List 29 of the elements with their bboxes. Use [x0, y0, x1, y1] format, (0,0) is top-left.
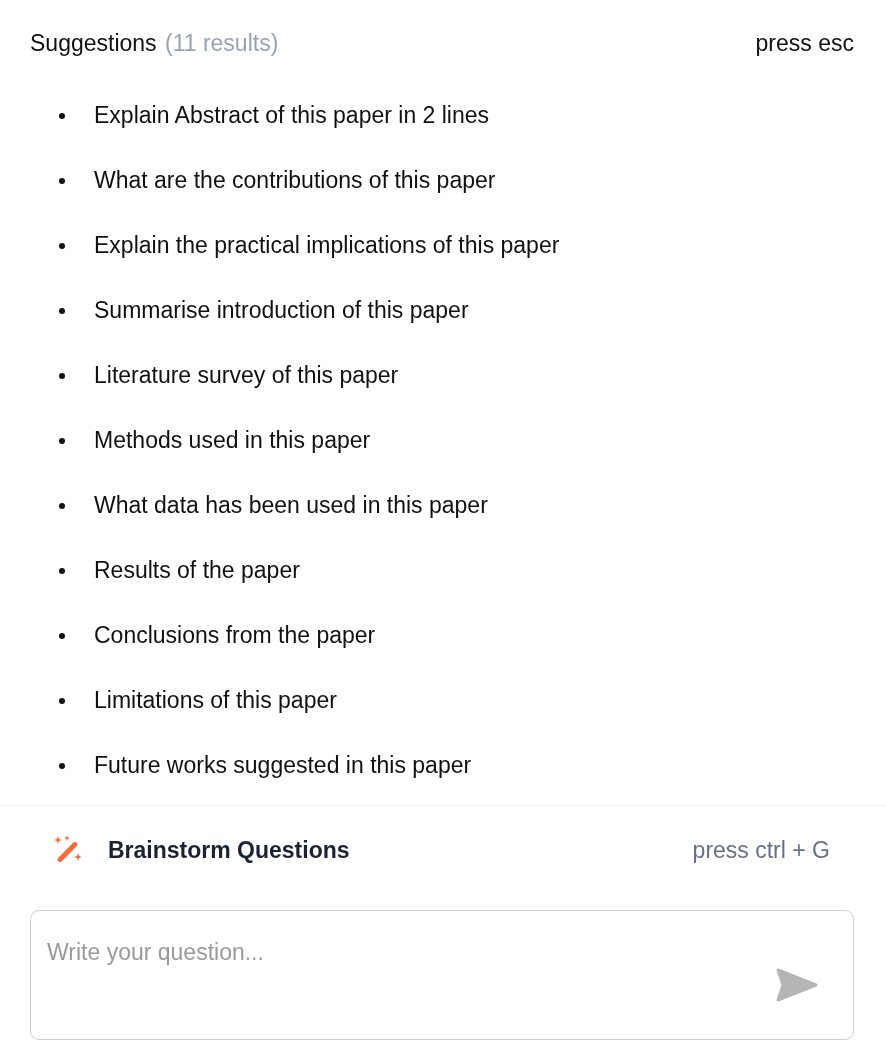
esc-hint: press esc: [755, 29, 854, 57]
bullet-icon: [59, 242, 65, 249]
suggestion-item[interactable]: Explain the practical implications of this paper: [0, 213, 886, 278]
suggestion-item[interactable]: What data has been used in this paper: [0, 473, 886, 538]
brainstorm-button[interactable]: Brainstorm Questions: [108, 836, 350, 864]
bullet-icon: [59, 437, 65, 444]
suggestion-item[interactable]: Summarise introduction of this paper: [0, 278, 886, 343]
suggestion-item[interactable]: Literature survey of this paper: [0, 343, 886, 408]
bullet-icon: [59, 762, 65, 769]
question-field[interactable]: Write your question...: [30, 910, 854, 1040]
suggestion-item[interactable]: Methods used in this paper: [0, 408, 886, 473]
bullet-icon: [59, 372, 65, 379]
bullet-icon: [59, 112, 65, 119]
bullet-icon: [59, 567, 65, 574]
bullet-icon: [59, 177, 65, 184]
suggestion-item[interactable]: Results of the paper: [0, 538, 886, 603]
shortcut-hint: press ctrl + G: [692, 836, 830, 864]
result-count: (11 results): [165, 29, 279, 56]
suggestion-item[interactable]: Conclusions from the paper: [0, 603, 886, 668]
suggestion-item[interactable]: Explain Abstract of this paper in 2 lines: [0, 86, 886, 148]
bullet-icon: [59, 697, 65, 704]
suggestion-item[interactable]: Future works suggested in this paper: [0, 733, 886, 798]
suggestion-item[interactable]: What are the contributions of this paper: [0, 148, 886, 213]
bullet-icon: [59, 307, 65, 314]
panel-title: Suggestions: [30, 29, 157, 56]
send-icon[interactable]: [776, 968, 818, 1002]
suggestion-item[interactable]: Limitations of this paper: [0, 668, 886, 733]
bullet-icon: [59, 632, 65, 639]
bullet-icon: [59, 502, 65, 509]
